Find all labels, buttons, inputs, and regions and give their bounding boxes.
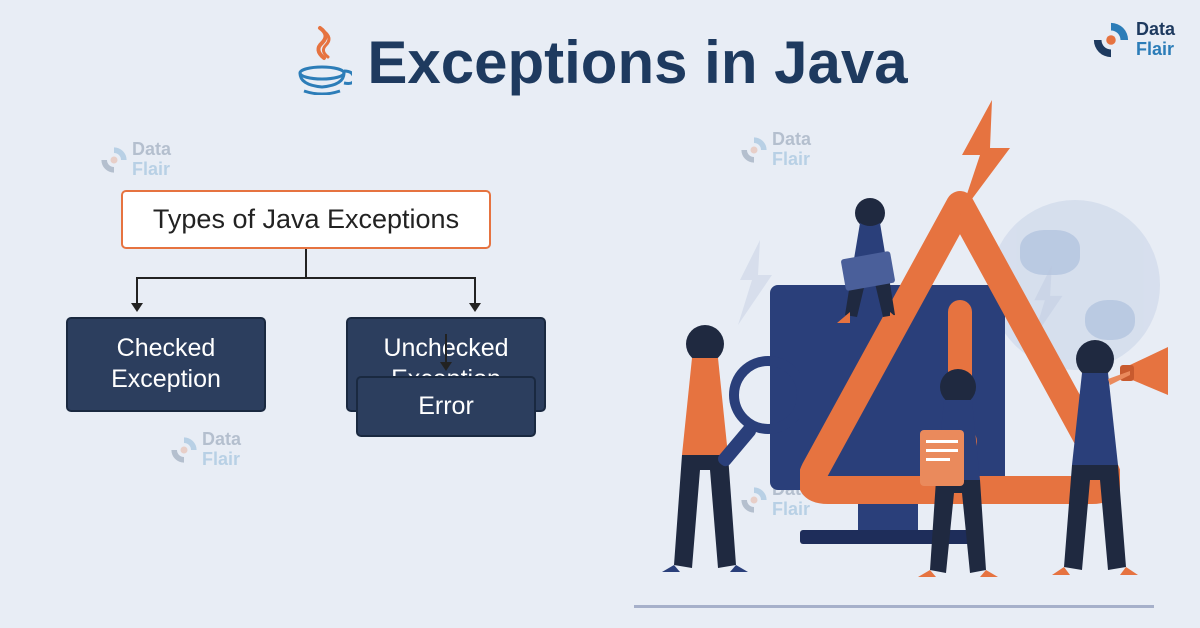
watermark: DataFlair <box>100 140 171 180</box>
checked-exception-node: Checked Exception <box>66 317 266 412</box>
brand-name-1: Data <box>1136 20 1175 40</box>
lightning-bolt-icon <box>950 100 1020 215</box>
node-label: Error <box>418 392 474 420</box>
diagram-root-node: Types of Java Exceptions <box>121 190 491 249</box>
illustration <box>620 110 1180 620</box>
page-title: Exceptions in Java <box>367 28 907 97</box>
person-sitting-laptop-icon <box>815 195 930 325</box>
node-label: Checked Exception <box>111 334 221 393</box>
arrow-down-icon <box>469 303 481 312</box>
ground-line <box>634 605 1154 608</box>
brand-logo: Data Flair <box>1092 20 1175 60</box>
dataflair-logo-icon <box>1092 21 1130 59</box>
arrow-down-icon <box>131 303 143 312</box>
person-clipboard-icon <box>900 365 1015 580</box>
connector-line <box>136 277 476 279</box>
exception-types-diagram: Types of Java Exceptions Checked Excepti… <box>66 190 546 412</box>
brand-name-2: Flair <box>1136 40 1175 60</box>
person-megaphone-icon <box>1040 335 1175 580</box>
person-magnifier-icon <box>650 320 800 575</box>
arrow-down-icon <box>440 362 452 371</box>
connector-line <box>445 334 447 364</box>
header: Exceptions in Java <box>0 0 1200 100</box>
java-logo-icon <box>292 25 352 100</box>
watermark: DataFlair <box>170 430 241 470</box>
connector-line <box>305 249 307 277</box>
error-node: Error <box>356 376 536 437</box>
